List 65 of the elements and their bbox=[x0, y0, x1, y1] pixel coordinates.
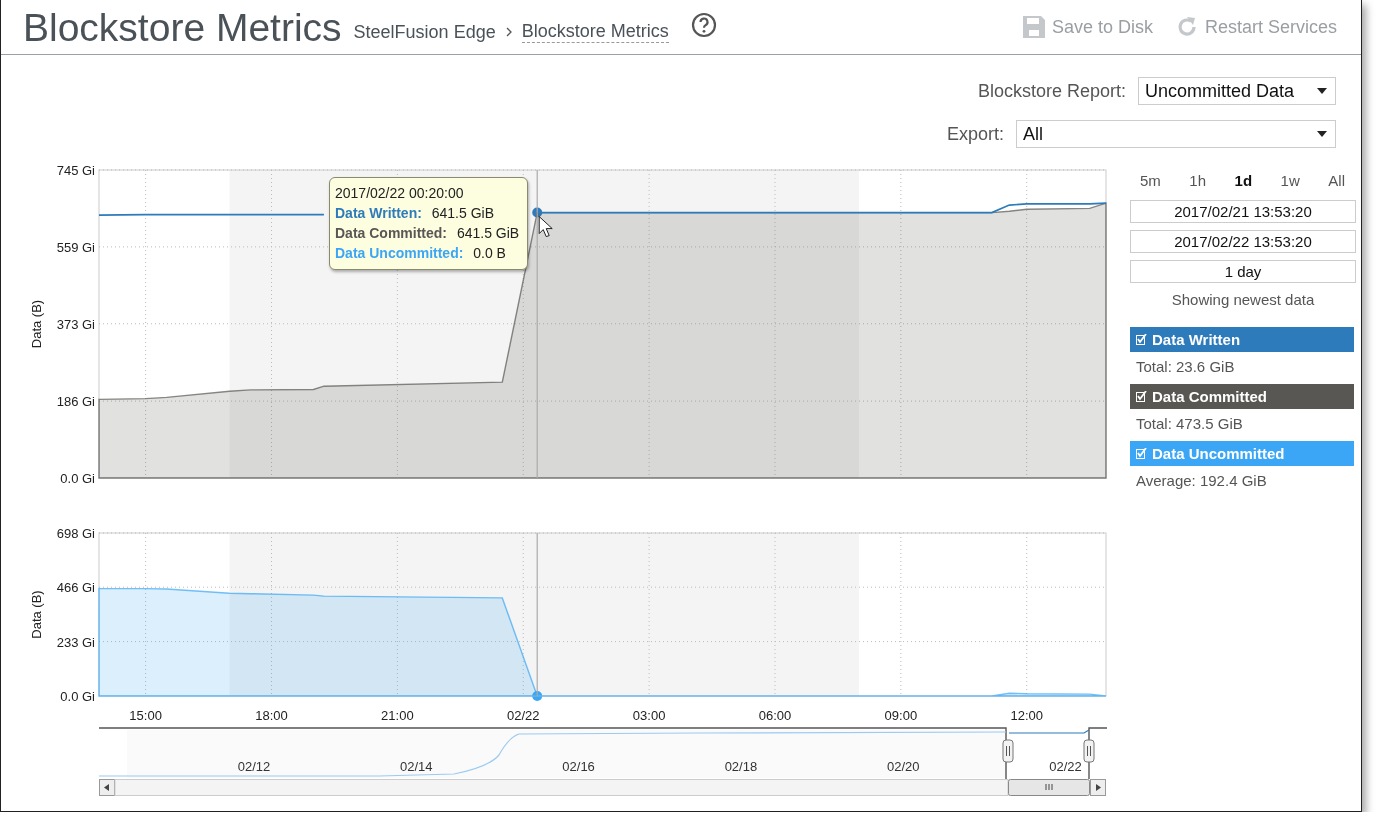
navigator-date-label: 02/16 bbox=[562, 759, 595, 774]
legend-stat: Total: 473.5 GiB bbox=[1136, 415, 1244, 432]
breadcrumb-link[interactable]: SteelFusion Edge bbox=[353, 21, 496, 43]
navigator-date-label: 02/18 bbox=[724, 759, 758, 774]
y-axis-title: Data (B) bbox=[29, 590, 44, 639]
checked-checkbox-icon[interactable] bbox=[1136, 391, 1147, 402]
save-icon bbox=[1021, 15, 1046, 39]
x-axis-label: 18:00 bbox=[255, 708, 288, 723]
dropdown[interactable]: All bbox=[1016, 120, 1336, 148]
tooltip-row-text: Data Uncommitted: 0.0 B bbox=[335, 244, 507, 263]
y-axis-label: 466 Gi bbox=[56, 580, 95, 596]
legend-toggle[interactable]: Data Committed bbox=[1130, 384, 1354, 409]
hover-marker bbox=[532, 207, 543, 218]
date-field[interactable]: 2017/02/21 13:53:20 bbox=[1130, 200, 1356, 223]
hover-marker bbox=[532, 691, 543, 701]
field-label: Export: bbox=[946, 123, 1004, 145]
y-axis-label: 373 Gi bbox=[56, 316, 95, 332]
navigator-date-label: 02/22 bbox=[1049, 759, 1082, 774]
time-range-button[interactable]: 5m bbox=[1138, 167, 1163, 193]
legend-stat: Average: 192.4 GiB bbox=[1136, 472, 1268, 489]
mouse-pointer-icon bbox=[538, 216, 553, 238]
time-range-button[interactable]: 1w bbox=[1278, 167, 1302, 193]
duration-field[interactable]: 1 day bbox=[1130, 260, 1356, 283]
tooltip-row-text: Data Committed: 641.5 GiB bbox=[335, 224, 520, 243]
x-axis-label: 12:00 bbox=[1010, 708, 1043, 723]
y-axis-label: 698 Gi bbox=[56, 527, 95, 541]
caret-icon bbox=[1317, 131, 1327, 137]
scrollbar-thumb[interactable] bbox=[1008, 779, 1090, 796]
time-range-button[interactable]: All bbox=[1326, 167, 1347, 193]
x-axis-label: 09:00 bbox=[884, 708, 918, 723]
y-axis-label: 745 Gi bbox=[56, 164, 95, 178]
y-axis-label: 0.0 Gi bbox=[60, 471, 95, 486]
time-range-button[interactable]: 1h bbox=[1187, 167, 1209, 193]
y-axis-label: 0.0 Gi bbox=[60, 689, 95, 704]
y-axis-label: 233 Gi bbox=[56, 634, 95, 650]
page-title: Blockstore Metrics bbox=[23, 7, 342, 47]
x-axis-label: 06:00 bbox=[758, 708, 792, 723]
legend-stat: Total: 23.6 GiB bbox=[1136, 358, 1236, 375]
scroll-right-button[interactable] bbox=[1090, 779, 1106, 796]
checked-checkbox-icon[interactable] bbox=[1136, 448, 1147, 459]
checked-checkbox-icon[interactable] bbox=[1136, 334, 1147, 345]
date-field[interactable]: 2017/02/22 13:53:20 bbox=[1130, 230, 1356, 253]
field-label: Blockstore Report: bbox=[977, 80, 1126, 102]
breadcrumb-current[interactable]: Blockstore Metrics bbox=[521, 21, 669, 43]
navigator-date-label: 02/14 bbox=[400, 759, 433, 774]
time-range-button[interactable]: 1d bbox=[1232, 167, 1255, 193]
x-axis-label: 03:00 bbox=[632, 708, 666, 723]
tooltip-row-text: Data Written: 641.5 GiB bbox=[335, 204, 495, 223]
x-axis-label: 15:00 bbox=[129, 708, 162, 723]
x-axis-label: 02/22 bbox=[506, 708, 540, 723]
x-axis-label: 21:00 bbox=[381, 708, 414, 723]
range-handle[interactable] bbox=[1002, 739, 1014, 763]
y-axis-label: 559 Gi bbox=[56, 239, 95, 255]
y-axis-title: Data (B) bbox=[29, 299, 44, 349]
y-axis-label: 186 Gi bbox=[56, 394, 95, 410]
range-handle[interactable] bbox=[1083, 739, 1095, 763]
caret-icon bbox=[1317, 88, 1327, 94]
help-icon[interactable] bbox=[690, 12, 717, 38]
tooltip-title: 2017/02/22 00:20:00 bbox=[335, 184, 465, 203]
scroll-left-button[interactable] bbox=[99, 779, 115, 796]
navigator-date-label: 02/20 bbox=[886, 759, 920, 774]
legend-toggle[interactable]: Data Written bbox=[1130, 327, 1354, 352]
dropdown[interactable]: Uncommitted Data bbox=[1138, 77, 1336, 105]
navigator-date-label: 02/12 bbox=[237, 759, 271, 774]
status-text: Showing newest data bbox=[1170, 291, 1316, 308]
